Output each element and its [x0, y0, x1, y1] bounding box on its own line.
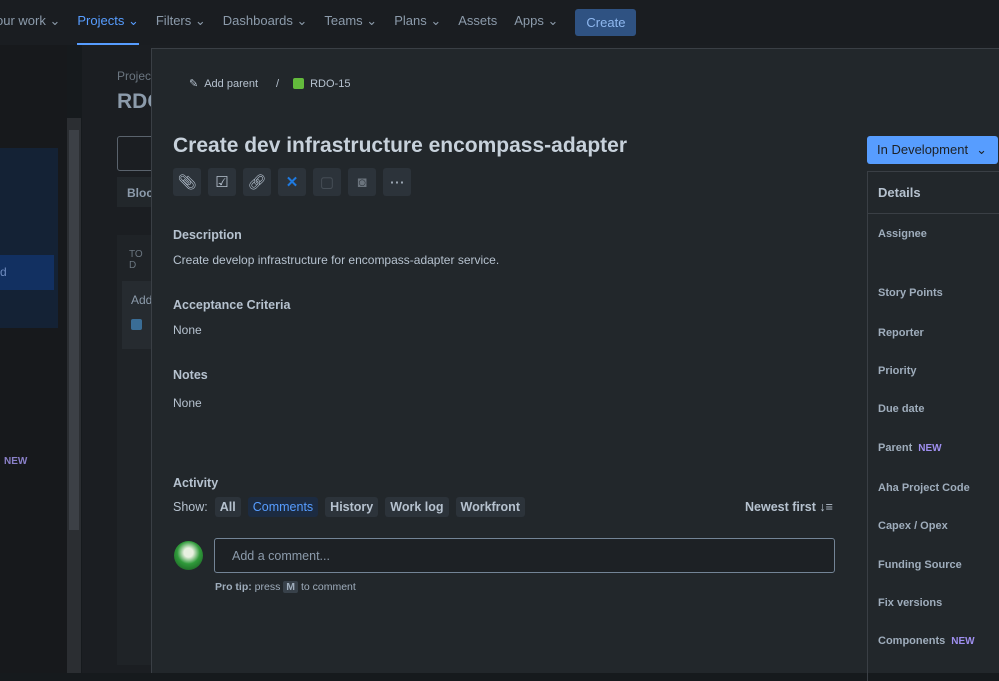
details-heading[interactable]: Details [868, 172, 999, 214]
sort-icon: ↓≡ [819, 500, 833, 514]
breadcrumb-separator: / [276, 77, 280, 90]
create-button[interactable]: Create [575, 9, 637, 36]
add-parent-link[interactable]: Add parent [204, 78, 258, 90]
acceptance-criteria-text[interactable]: None [173, 323, 202, 337]
shortcut-key: M [283, 581, 299, 593]
nav-plans[interactable]: Plans ⌄ [394, 0, 441, 45]
nav-label: Teams [324, 13, 363, 28]
nav-label: Assets [458, 13, 498, 28]
checkbox-icon [131, 319, 142, 330]
field-fix-versions: Fix versions [878, 597, 943, 609]
filter-work-log[interactable]: Work log [385, 497, 449, 517]
issue-key-link[interactable]: RDO-15 [310, 78, 350, 90]
top-nav: our work ⌄ Projects ⌄ Filters ⌄ Dashboar… [0, 0, 999, 45]
filter-comments[interactable]: Comments [247, 497, 319, 517]
field-components: Components NEW [878, 635, 975, 647]
activity-heading: Activity [173, 476, 219, 490]
field-reporter: Reporter [878, 327, 924, 339]
field-due-date: Due date [878, 403, 925, 415]
filter-history[interactable]: History [325, 497, 379, 517]
field-story-points: Story Points [878, 287, 943, 299]
pro-tip: Pro tip: press M to comment [215, 581, 356, 593]
field-label: Components [878, 635, 946, 647]
pro-tip-text: press [254, 581, 281, 593]
acceptance-criteria-heading: Acceptance Criteria [173, 298, 291, 312]
field-funding-source: Funding Source [878, 559, 962, 571]
sidebar-scrollbar[interactable] [67, 118, 81, 673]
nav-label: Plans [394, 13, 427, 28]
new-badge: NEW [4, 456, 28, 467]
nav-label: Filters [155, 13, 192, 28]
filter-workfront[interactable]: Workfront [455, 497, 525, 517]
square-app-icon[interactable]: ◙ [348, 168, 376, 196]
sidebar: d NEW [0, 45, 67, 673]
app-icon[interactable]: ▢ [313, 168, 341, 196]
nav-projects[interactable]: Projects ⌄ [77, 0, 140, 45]
filter-all[interactable]: All [214, 497, 241, 517]
notes-heading: Notes [173, 368, 208, 382]
card-text: Add [131, 293, 153, 307]
sidebar-group [0, 148, 58, 328]
avatar [174, 541, 203, 570]
nav-label: our work [0, 13, 46, 28]
chevron-down-icon: ⌄ [976, 142, 987, 157]
status-dropdown[interactable]: In Development ⌄ [867, 136, 998, 164]
comment-input[interactable]: Add a comment... [214, 538, 835, 573]
sort-label: Newest first [745, 500, 816, 514]
field-assignee: Assignee [878, 228, 927, 240]
breadcrumb: ✎ Add parent / RDO-15 [189, 77, 350, 91]
more-icon[interactable]: ⋯ [383, 168, 411, 196]
nav-teams[interactable]: Teams ⌄ [324, 0, 377, 45]
column-title: TO D [129, 249, 143, 271]
child-issue-icon[interactable]: ☑ [208, 168, 236, 196]
nav-your-work[interactable]: our work ⌄ [0, 0, 60, 45]
field-parent: Parent NEW [878, 442, 942, 454]
nav-label: Apps [514, 13, 544, 28]
link-icon[interactable]: 🔗︎ [243, 168, 271, 196]
nav-dashboards[interactable]: Dashboards ⌄ [223, 0, 308, 45]
bg-breadcrumb: Projec [117, 69, 152, 83]
scrollbar-thumb[interactable] [69, 130, 79, 530]
new-badge: NEW [918, 443, 942, 454]
confluence-icon[interactable]: ✕ [278, 168, 306, 196]
story-icon [293, 78, 305, 89]
new-badge: NEW [951, 636, 975, 647]
description-heading: Description [173, 228, 242, 242]
nav-apps[interactable]: Apps ⌄ [514, 0, 558, 45]
sort-button[interactable]: Newest first ↓≡ [745, 500, 833, 514]
description-text[interactable]: Create develop infrastructure for encomp… [173, 253, 499, 267]
pencil-icon: ✎ [189, 78, 199, 90]
pro-tip-text-2: to comment [300, 581, 356, 593]
nav-label: Dashboards [222, 13, 293, 28]
details-panel: Details Assignee Story Points Reporter P… [867, 171, 999, 681]
issue-modal: ✎ Add parent / RDO-15 Create dev infrast… [151, 48, 999, 681]
activity-filters: Show: All Comments History Work log Work… [173, 497, 525, 517]
field-label: Parent [878, 442, 913, 454]
field-priority: Priority [878, 365, 917, 377]
show-label: Show: [173, 500, 208, 514]
notes-text[interactable]: None [173, 396, 202, 410]
sidebar-item-selected[interactable]: d [0, 255, 54, 290]
status-label: In Development [877, 142, 969, 157]
nav-label: Projects [77, 13, 125, 28]
nav-assets[interactable]: Assets [458, 0, 497, 45]
nav-filters[interactable]: Filters ⌄ [156, 0, 206, 45]
attachment-icon[interactable]: 📎︎ [173, 168, 201, 196]
field-aha-project-code: Aha Project Code [878, 482, 970, 494]
issue-toolbar: 📎︎ ☑ 🔗︎ ✕ ▢ ◙ ⋯ [173, 168, 411, 196]
pro-tip-label: Pro tip: [215, 581, 252, 593]
issue-title[interactable]: Create dev infrastructure encompass-adap… [173, 134, 627, 158]
field-capex-opex: Capex / Opex [878, 520, 948, 532]
